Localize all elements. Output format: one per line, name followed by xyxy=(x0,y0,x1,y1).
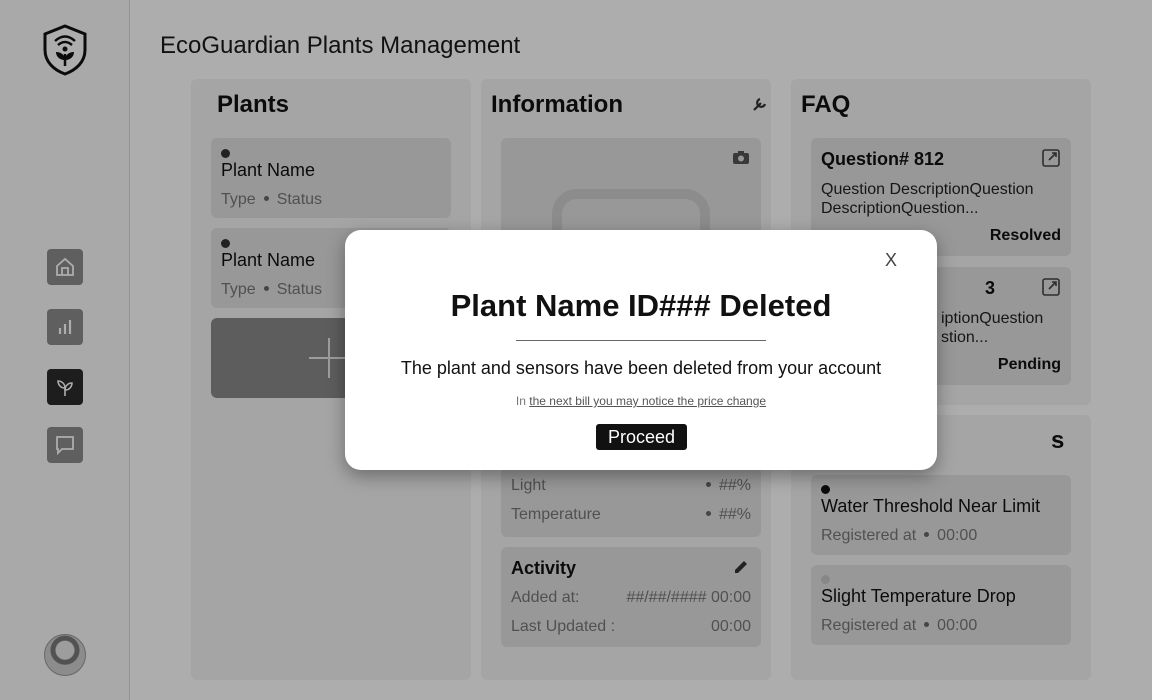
price-change-link[interactable]: the next bill you may notice the price c… xyxy=(529,394,766,408)
modal-message: The plant and sensors have been deleted … xyxy=(400,358,882,378)
deleted-confirmation-modal: X Plant Name ID### Deleted The plant and… xyxy=(345,230,937,470)
modal-note: In the next bill you may notice the pric… xyxy=(515,394,767,408)
modal-title: Plant Name ID### Deleted xyxy=(450,288,832,323)
proceed-button[interactable]: Proceed xyxy=(596,424,687,450)
divider xyxy=(516,340,766,341)
close-button[interactable]: X xyxy=(885,250,897,271)
